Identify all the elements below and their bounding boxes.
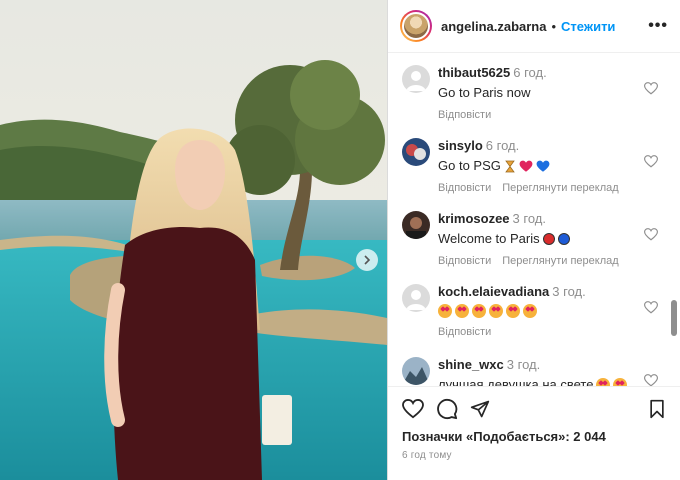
like-comment-heart-icon[interactable] [644,228,658,241]
comments-scrollbar[interactable] [671,300,677,336]
heart-eyes-emoji [472,304,486,318]
red-circle-icon [542,233,555,245]
post-side-panel: angelina.zabarna • Стежити ••• thibaut56… [387,0,680,480]
more-options-icon[interactable]: ••• [648,17,668,35]
commenter-avatar[interactable] [402,138,430,166]
author-avatar[interactable] [400,10,432,42]
share-icon[interactable] [470,399,490,419]
comment-text: Welcome to Paris [438,231,670,247]
heart-eyes-emoji [523,304,537,318]
hourglass-icon [505,160,515,172]
comment-time: 3 год. [506,357,541,372]
commenter-avatar[interactable] [402,284,430,312]
comment-username[interactable]: sinsylo [438,138,483,153]
heart-eyes-emoji [596,378,611,386]
post-image [0,0,387,480]
blue-circle-icon [557,233,570,245]
like-comment-heart-icon[interactable] [644,301,658,314]
chevron-right-icon [364,255,371,265]
follow-button[interactable]: Стежити [561,19,615,34]
comment-username[interactable]: shine_wxc [438,357,504,372]
comment-text: Go to Paris now [438,85,531,100]
post-header: angelina.zabarna • Стежити ••• [388,0,680,53]
commenter-avatar[interactable] [402,357,430,385]
see-translation-button[interactable]: Переглянути переклад [502,182,618,194]
comment-time: 6 год. [485,138,520,153]
blue-heart-icon [536,160,550,172]
commenter-avatar[interactable] [402,65,430,93]
comment-text [438,304,670,318]
see-translation-button[interactable]: Переглянути переклад [502,255,618,267]
like-comment-heart-icon[interactable] [644,374,658,386]
reply-button[interactable]: Відповісти [438,255,491,267]
separator-dot: • [551,18,557,34]
comment-time: 3 год. [552,284,586,299]
comments-list: thibaut5625 6 год. Go to Paris now Відпов… [388,54,670,386]
post-actions: Позначки «Подобається»: 2 044 6 год тому [388,386,680,480]
comment-username[interactable]: koch.elaievadiana [438,284,549,299]
post-photo [0,0,387,480]
like-comment-heart-icon[interactable] [644,82,658,95]
heart-eyes-emoji [438,304,452,318]
comment-item: sinsylo 6 год. Go to PSG Відповісти Перегл… [388,127,670,200]
comment-item: thibaut5625 6 год. Go to Paris now Відпов… [388,54,670,127]
like-heart-icon[interactable] [402,399,424,419]
commenter-avatar[interactable] [402,211,430,239]
reply-button[interactable]: Відповісти [438,109,491,121]
likes-count[interactable]: Позначки «Подобається»: 2 044 [402,429,666,444]
reply-button[interactable]: Відповісти [438,182,491,194]
next-image-button[interactable] [356,249,378,271]
heart-eyes-emoji [455,304,469,318]
heart-eyes-emoji [613,378,628,386]
comment-item: krimosozee 3 год. Welcome to Paris Відпов… [388,200,670,273]
heart-eyes-emoji [489,304,503,318]
comment-item: koch.elaievadiana 3 год. Відповісти [388,273,670,346]
comment-item: shine_wxc 3 год. лучшая девушка на свете [388,346,670,386]
like-comment-heart-icon[interactable] [644,155,658,168]
heart-eyes-emoji [506,304,520,318]
comment-time: 3 год. [512,211,546,226]
comment-icon[interactable] [436,398,458,420]
reply-button[interactable]: Відповісти [438,326,491,338]
comment-username[interactable]: krimosozee [438,211,510,226]
comment-time: 6 год. [513,65,547,80]
author-username[interactable]: angelina.zabarna [441,19,546,34]
post-timestamp: 6 год тому [402,450,452,461]
bookmark-icon[interactable] [648,399,666,419]
comment-username[interactable]: thibaut5625 [438,65,510,80]
comment-text: лучшая девушка на свете [438,377,670,386]
red-heart-icon [519,160,533,172]
comment-text: Go to PSG [438,158,670,174]
